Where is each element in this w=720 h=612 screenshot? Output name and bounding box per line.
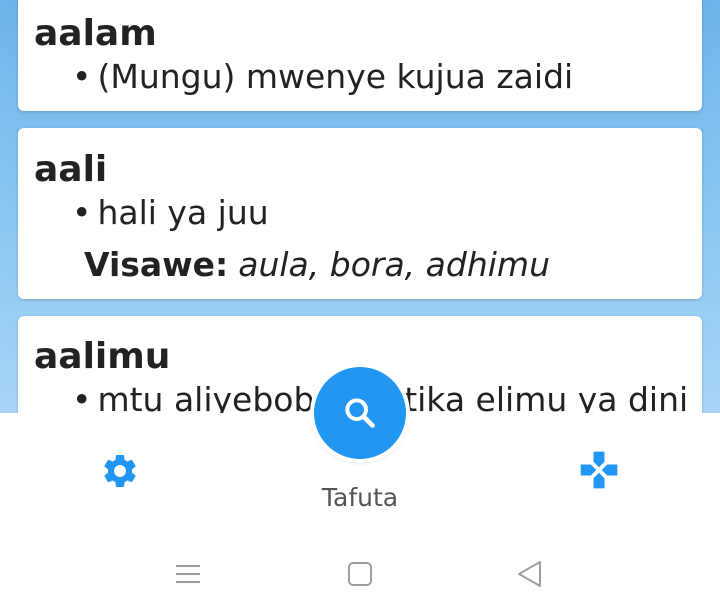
definition: • hali ya juu [72, 196, 269, 229]
recents-button[interactable] [168, 553, 208, 593]
menu-icon [176, 565, 200, 583]
headword: aali [34, 149, 108, 190]
back-triangle-icon [518, 561, 541, 587]
home-button[interactable] [340, 553, 380, 593]
bullet: • [72, 193, 92, 232]
synonyms-line: Visawe: aula, bora, adhimu [84, 248, 550, 281]
gamepad-icon [580, 451, 618, 489]
entry-card-aali[interactable]: aali • hali ya juu Visawe: aula, bora, adh… [18, 128, 702, 299]
word-list[interactable]: aalam • (Mungu) mwenye kujua zaidi aali •… [0, 0, 720, 413]
system-navigation-bar [0, 539, 720, 612]
headword: aalimu [34, 336, 171, 377]
definition-text: (Mungu) mwenye kujua zaidi [97, 57, 574, 96]
bottom-navigation: Tafuta [0, 367, 720, 539]
definition-text: hali ya juu [97, 193, 269, 232]
synonyms-label: Visawe: [84, 245, 229, 284]
square-icon [348, 562, 372, 586]
search-button[interactable] [314, 367, 406, 459]
back-button[interactable] [510, 553, 550, 593]
headword: aalam [34, 13, 157, 54]
definition: • (Mungu) mwenye kujua zaidi [72, 60, 573, 93]
bullet: • [72, 380, 92, 413]
games-button[interactable] [576, 447, 622, 493]
entry-card-aalam[interactable]: aalam • (Mungu) mwenye kujua zaidi [18, 0, 702, 111]
search-icon [345, 398, 375, 428]
bullet: • [72, 57, 92, 96]
synonyms-text: aula, bora, adhimu [238, 245, 550, 284]
